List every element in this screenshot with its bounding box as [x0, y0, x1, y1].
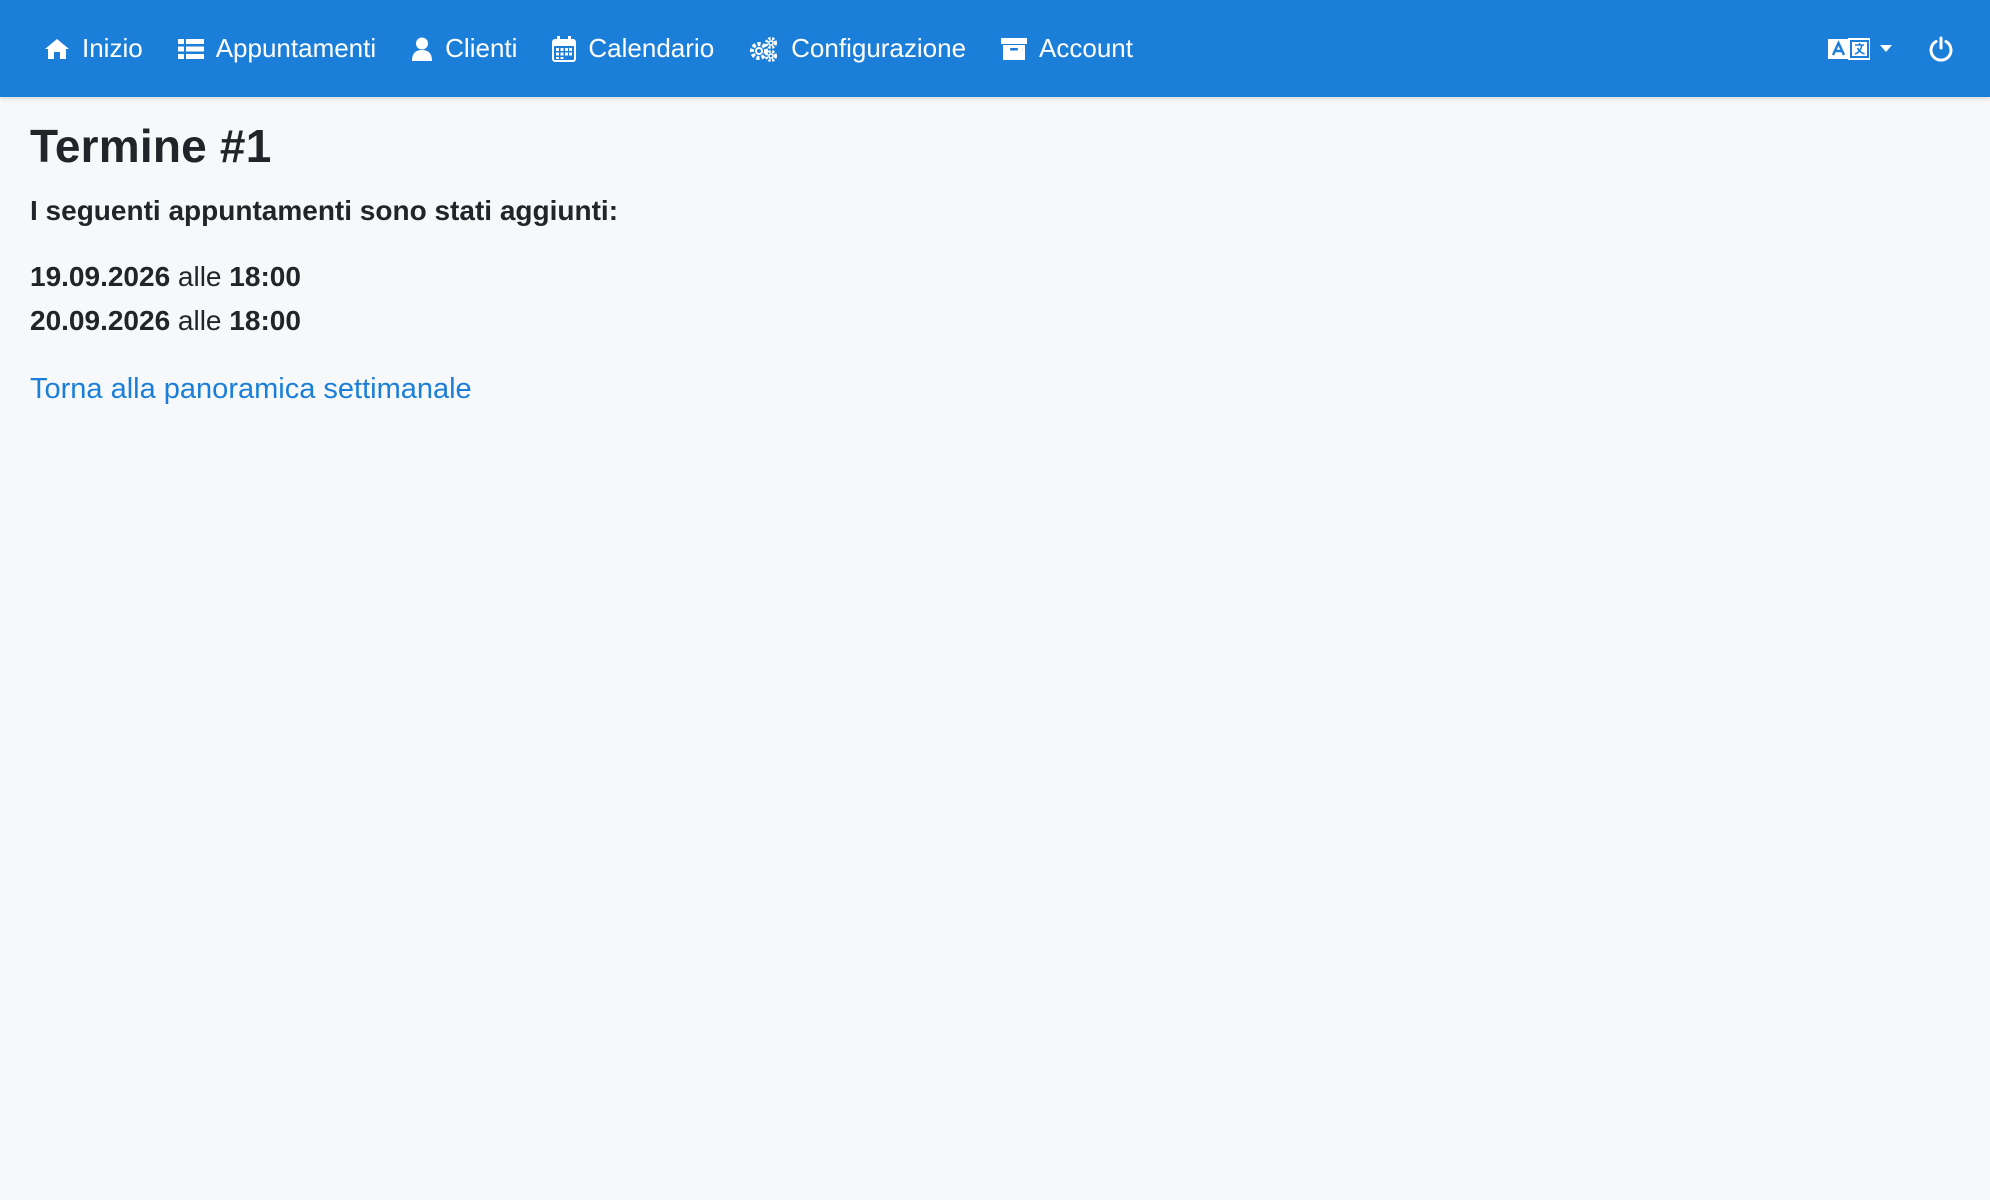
appointment-date: 19.09.2026 [30, 261, 171, 292]
logout-button[interactable] [1928, 36, 1954, 62]
nav-item-appuntamenti[interactable]: Appuntamenti [177, 33, 377, 64]
appointment-date: 20.09.2026 [30, 305, 171, 336]
nav-item-label: Clienti [445, 33, 518, 63]
nav-item-account[interactable]: Account [1001, 33, 1133, 64]
appointment-line: 20.09.2026 alle 18:00 [30, 299, 1960, 343]
nav-item-label: Inizio [82, 33, 143, 63]
main-content: Termine #1 I seguenti appuntamenti sono … [0, 97, 1990, 424]
language-icon [1828, 37, 1870, 60]
power-icon [1929, 36, 1953, 62]
nav-item-calendario[interactable]: Calendario [552, 33, 714, 64]
archive-icon [1001, 37, 1028, 60]
nav-menu: Inizio Appuntamenti Clienti Calendario C… [44, 33, 1168, 64]
calendar-icon [552, 35, 577, 62]
nav-item-label: Calendario [588, 33, 715, 63]
nav-right [1828, 36, 1954, 62]
nav-item-label: Appuntamenti [215, 33, 377, 63]
confirmation-message: I seguenti appuntamenti sono stati aggiu… [30, 195, 619, 226]
appointment-time: 18:00 [229, 305, 301, 336]
language-dropdown[interactable] [1828, 37, 1892, 60]
user-icon [412, 37, 433, 61]
top-navbar: Inizio Appuntamenti Clienti Calendario C… [0, 0, 1990, 97]
appointment-connector: alle [177, 261, 222, 292]
chevron-down-icon [1880, 45, 1892, 52]
back-to-weekly-overview-link[interactable]: Torna alla panoramica settimanale [30, 373, 472, 406]
appointment-connector: alle [177, 305, 222, 336]
page-title: Termine #1 [30, 120, 272, 172]
home-icon [45, 38, 69, 59]
appointment-line: 19.09.2026 alle 18:00 [30, 255, 1960, 299]
list-icon [177, 38, 204, 59]
nav-item-inizio[interactable]: Inizio [44, 33, 143, 64]
nav-item-configurazione[interactable]: Configurazione [749, 33, 966, 64]
nav-item-label: Account [1039, 33, 1133, 63]
nav-item-clienti[interactable]: Clienti [411, 33, 517, 64]
nav-item-label: Configurazione [791, 33, 967, 63]
appointment-time: 18:00 [229, 261, 301, 292]
gears-icon [750, 36, 778, 62]
